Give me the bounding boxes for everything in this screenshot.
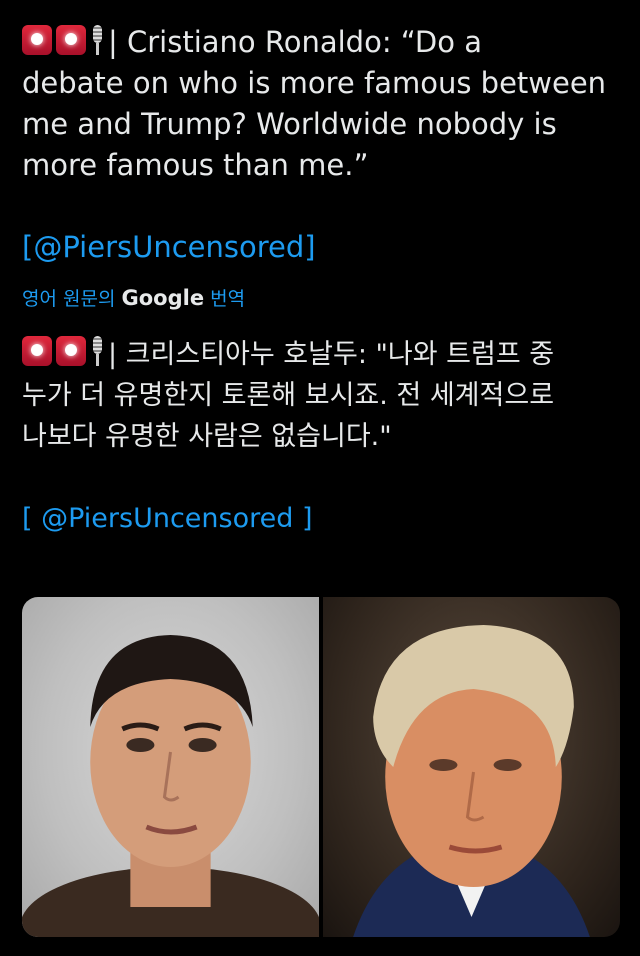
emoji-group [22, 336, 104, 366]
studio-microphone-icon [90, 336, 104, 366]
photo-ronaldo[interactable] [22, 597, 319, 937]
police-light-icon [22, 25, 52, 55]
translation-suffix: 번역 [210, 288, 246, 310]
portrait-illustration [22, 635, 319, 937]
studio-microphone-icon [90, 25, 104, 55]
portrait-illustration [353, 625, 590, 937]
translated-line-2: 누가 더 유명한지 토론해 보시죠. 전 세계적으로 [22, 380, 555, 411]
source-link[interactable]: [@PiersUncensored] [22, 227, 622, 268]
police-light-icon [22, 336, 52, 366]
police-light-icon [56, 336, 86, 366]
photo-trump[interactable] [323, 597, 620, 937]
translated-source-link[interactable]: [ @PiersUncensored ] [22, 498, 622, 539]
google-brand: Google [121, 286, 205, 310]
media-grid [22, 597, 620, 937]
police-light-icon [56, 25, 86, 55]
tweet-line-4: more famous than me.” [22, 148, 369, 182]
translated-line-1: | 크리스티아누 호날두: "나와 트럼프 중 [22, 334, 622, 375]
tweet-body: | Cristiano Ronaldo: “Do a debate on who… [22, 22, 622, 268]
translated-line-3: 나보다 유명한 사람은 없습니다." [22, 421, 392, 452]
tweet-line-2: debate on who is more famous between [22, 66, 607, 100]
tweet-line-3: me and Trump? Worldwide nobody is [22, 107, 557, 141]
translation-prefix: 영어 원문의 [22, 288, 116, 310]
translated-body: | 크리스티아누 호날두: "나와 트럼프 중 누가 더 유명한지 토론해 보시… [22, 334, 622, 539]
emoji-group [22, 25, 104, 55]
tweet-line-1: | Cristiano Ronaldo: “Do a [22, 22, 622, 63]
translation-notice[interactable]: 영어 원문의 Google 번역 [22, 284, 245, 311]
